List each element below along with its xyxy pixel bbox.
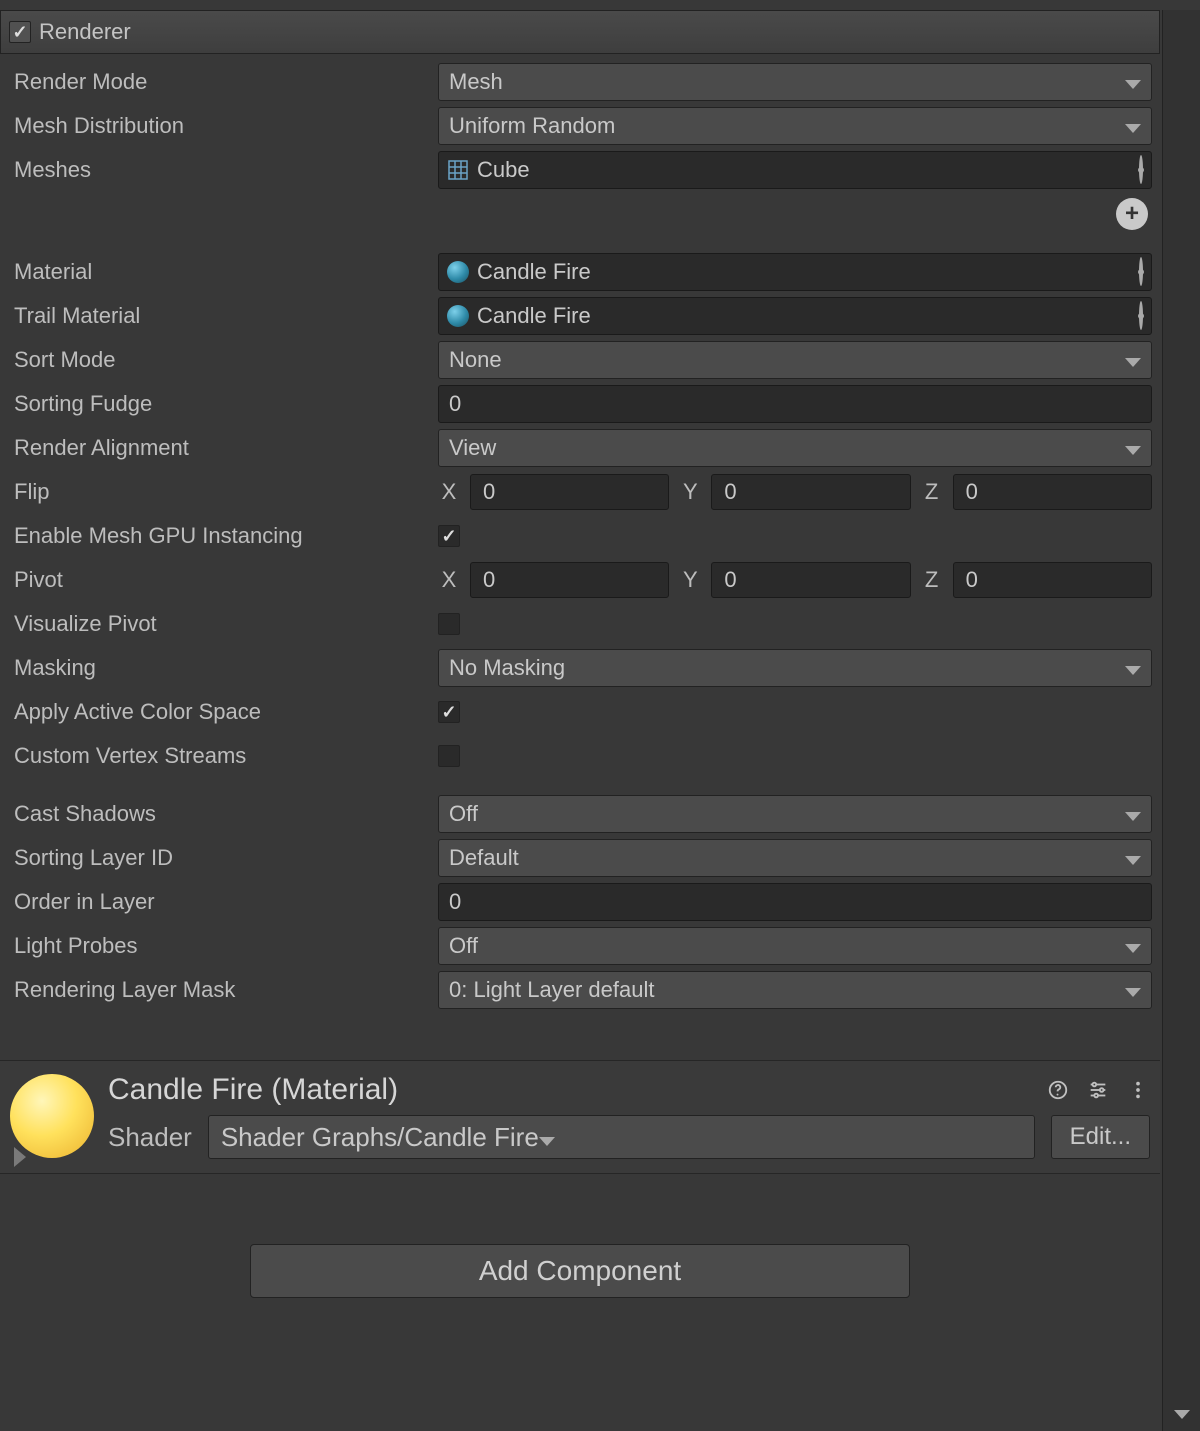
axis-y-label: Y <box>679 479 701 505</box>
sorting-fudge-label: Sorting Fudge <box>8 391 438 417</box>
expand-arrow-icon[interactable] <box>14 1147 26 1167</box>
axis-x-label: X <box>438 479 460 505</box>
material-preview-sphere <box>10 1074 94 1158</box>
apply-color-space-label: Apply Active Color Space <box>8 699 438 725</box>
order-in-layer-input[interactable]: 0 <box>438 883 1152 921</box>
sort-mode-label: Sort Mode <box>8 347 438 373</box>
render-mode-label: Render Mode <box>8 69 438 95</box>
flip-x-input[interactable]: 0 <box>470 474 669 510</box>
material-field[interactable]: Candle Fire <box>438 253 1152 291</box>
rendering-layer-mask-dropdown[interactable]: 0: Light Layer default <box>438 971 1152 1009</box>
object-picker-icon[interactable] <box>1139 301 1143 330</box>
chevron-down-icon <box>1125 358 1141 367</box>
material-value: Candle Fire <box>477 259 591 285</box>
masking-label: Masking <box>8 655 438 681</box>
chevron-down-icon <box>1125 988 1141 997</box>
renderer-section-header[interactable]: Renderer <box>0 10 1160 54</box>
render-alignment-value: View <box>449 435 496 461</box>
light-probes-value: Off <box>449 933 478 959</box>
pivot-label: Pivot <box>8 567 438 593</box>
meshes-value: Cube <box>477 157 530 183</box>
add-component-button[interactable]: Add Component <box>250 1244 910 1298</box>
cast-shadows-value: Off <box>449 801 478 827</box>
chevron-down-icon <box>539 1137 555 1146</box>
axis-y-label: Y <box>679 567 701 593</box>
mesh-grid-icon <box>447 159 469 181</box>
light-probes-dropdown[interactable]: Off <box>438 927 1152 965</box>
visualize-pivot-label: Visualize Pivot <box>8 611 438 637</box>
sorting-layer-id-label: Sorting Layer ID <box>8 845 438 871</box>
shader-label: Shader <box>108 1122 192 1153</box>
pivot-y-input[interactable]: 0 <box>711 562 910 598</box>
flip-z-input[interactable]: 0 <box>953 474 1152 510</box>
shader-dropdown[interactable]: Shader Graphs/Candle Fire <box>208 1115 1035 1159</box>
chevron-down-icon <box>1125 856 1141 865</box>
mesh-distribution-label: Mesh Distribution <box>8 113 438 139</box>
custom-vertex-streams-checkbox[interactable] <box>438 745 460 767</box>
chevron-down-icon <box>1125 812 1141 821</box>
sorting-layer-id-dropdown[interactable]: Default <box>438 839 1152 877</box>
add-mesh-button[interactable]: + <box>1116 198 1148 230</box>
trail-material-field[interactable]: Candle Fire <box>438 297 1152 335</box>
chevron-down-icon <box>1125 80 1141 89</box>
material-icon <box>447 261 469 283</box>
masking-dropdown[interactable]: No Masking <box>438 649 1152 687</box>
chevron-down-icon <box>1125 124 1141 133</box>
enable-gpu-label: Enable Mesh GPU Instancing <box>8 523 438 549</box>
flip-label: Flip <box>8 479 438 505</box>
meshes-field[interactable]: Cube <box>438 151 1152 189</box>
render-alignment-dropdown[interactable]: View <box>438 429 1152 467</box>
meshes-label: Meshes <box>8 157 438 183</box>
rendering-layer-mask-value: 0: Light Layer default <box>449 977 654 1003</box>
material-icon <box>447 305 469 327</box>
rendering-layer-mask-label: Rendering Layer Mask <box>8 977 438 1003</box>
trail-material-label: Trail Material <box>8 303 438 329</box>
chevron-down-icon <box>1125 944 1141 953</box>
mesh-distribution-value: Uniform Random <box>449 113 615 139</box>
chevron-down-icon <box>1125 446 1141 455</box>
chevron-down-icon <box>1125 666 1141 675</box>
apply-color-space-checkbox[interactable] <box>438 701 460 723</box>
visualize-pivot-checkbox[interactable] <box>438 613 460 635</box>
mesh-distribution-dropdown[interactable]: Uniform Random <box>438 107 1152 145</box>
order-in-layer-label: Order in Layer <box>8 889 438 915</box>
cast-shadows-dropdown[interactable]: Off <box>438 795 1152 833</box>
material-inspector: Candle Fire (Material) Shad <box>0 1060 1160 1174</box>
axis-z-label: Z <box>921 479 943 505</box>
sorting-fudge-input[interactable]: 0 <box>438 385 1152 423</box>
cast-shadows-label: Cast Shadows <box>8 801 438 827</box>
custom-vertex-streams-label: Custom Vertex Streams <box>8 743 438 769</box>
pivot-z-input[interactable]: 0 <box>953 562 1152 598</box>
light-probes-label: Light Probes <box>8 933 438 959</box>
trail-material-value: Candle Fire <box>477 303 591 329</box>
object-picker-icon[interactable] <box>1139 257 1143 286</box>
scroll-down-icon[interactable] <box>1174 1410 1190 1419</box>
render-mode-dropdown[interactable]: Mesh <box>438 63 1152 101</box>
shader-value: Shader Graphs/Candle Fire <box>221 1122 539 1153</box>
renderer-enabled-checkbox[interactable] <box>9 21 31 43</box>
material-label: Material <box>8 259 438 285</box>
render-alignment-label: Render Alignment <box>8 435 438 461</box>
enable-gpu-checkbox[interactable] <box>438 525 460 547</box>
vertical-scrollbar[interactable] <box>1162 10 1200 1431</box>
sorting-layer-id-value: Default <box>449 845 519 871</box>
object-picker-icon[interactable] <box>1139 155 1143 184</box>
pivot-x-input[interactable]: 0 <box>470 562 669 598</box>
axis-x-label: X <box>438 567 460 593</box>
axis-z-label: Z <box>921 567 943 593</box>
settings-sliders-icon[interactable] <box>1086 1078 1110 1102</box>
renderer-section-title: Renderer <box>39 19 131 45</box>
flip-y-input[interactable]: 0 <box>711 474 910 510</box>
edit-shader-button[interactable]: Edit... <box>1051 1115 1150 1159</box>
masking-value: No Masking <box>449 655 565 681</box>
help-icon[interactable] <box>1046 1078 1070 1102</box>
render-mode-value: Mesh <box>449 69 503 95</box>
sort-mode-value: None <box>449 347 502 373</box>
sort-mode-dropdown[interactable]: None <box>438 341 1152 379</box>
kebab-menu-icon[interactable] <box>1126 1078 1150 1102</box>
material-title: Candle Fire (Material) <box>108 1073 398 1107</box>
